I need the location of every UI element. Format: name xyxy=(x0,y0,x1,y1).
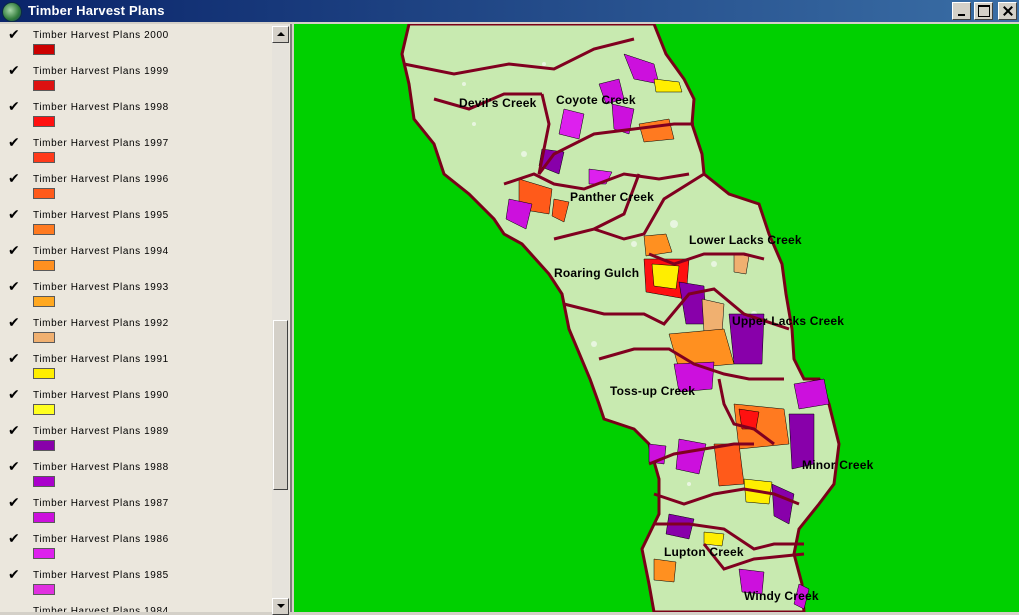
layer-label: Timber Harvest Plans 1984 xyxy=(33,606,169,612)
legend-layer-item[interactable]: ✔ Timber Harvest Plans 2000 xyxy=(0,28,270,64)
layer-label: Timber Harvest Plans 1995 xyxy=(33,210,169,221)
layer-label: Timber Harvest Plans 1996 xyxy=(33,174,169,185)
layer-visibility-checkbox[interactable]: ✔ xyxy=(8,352,22,366)
layer-color-swatch xyxy=(33,584,55,595)
layer-visibility-checkbox[interactable]: ✔ xyxy=(8,136,22,150)
close-button[interactable] xyxy=(998,2,1017,20)
layer-color-swatch xyxy=(33,476,55,487)
watershed-label: Upper Lacks Creek xyxy=(732,314,845,328)
layer-label: Timber Harvest Plans 2000 xyxy=(33,30,169,41)
layer-visibility-checkbox[interactable]: ✔ xyxy=(8,496,22,510)
legend-layer-item[interactable]: ✔ Timber Harvest Plans 1998 xyxy=(0,100,270,136)
scroll-up-button[interactable] xyxy=(272,26,289,43)
layer-color-swatch xyxy=(33,224,55,235)
watershed-label: Toss-up Creek xyxy=(610,384,696,398)
legend-layer-item[interactable]: ✔ Timber Harvest Plans 1985 xyxy=(0,568,270,604)
layer-color-swatch xyxy=(33,152,55,163)
layer-visibility-checkbox[interactable]: ✔ xyxy=(8,100,22,114)
watershed-label: Panther Creek xyxy=(570,190,654,204)
layer-color-swatch xyxy=(33,368,55,379)
layer-color-swatch xyxy=(33,440,55,451)
map-canvas[interactable] xyxy=(294,24,1019,612)
legend-layer-item[interactable]: ✔ Timber Harvest Plans 1991 xyxy=(0,352,270,388)
watershed-label: Windy Creek xyxy=(744,589,819,603)
legend-layer-item[interactable]: ✔ Timber Harvest Plans 1993 xyxy=(0,280,270,316)
legend-layer-item[interactable]: ✔ Timber Harvest Plans 1988 xyxy=(0,460,270,496)
layer-label: Timber Harvest Plans 1998 xyxy=(33,102,169,113)
layer-label: Timber Harvest Plans 1993 xyxy=(33,282,169,293)
layer-color-swatch xyxy=(33,44,55,55)
layer-color-swatch xyxy=(33,404,55,415)
layer-visibility-checkbox[interactable]: ✔ xyxy=(8,532,22,546)
scroll-thumb[interactable] xyxy=(273,320,288,490)
layer-color-swatch xyxy=(33,116,55,127)
layer-color-swatch xyxy=(33,548,55,559)
legend-layer-item[interactable]: ✔ Timber Harvest Plans 1989 xyxy=(0,424,270,460)
layer-label: Timber Harvest Plans 1987 xyxy=(33,498,169,509)
layer-label: Timber Harvest Plans 1989 xyxy=(33,426,169,437)
legend-layer-item[interactable]: ✔ Timber Harvest Plans 1987 xyxy=(0,496,270,532)
legend-scrollbar[interactable] xyxy=(272,24,289,615)
globe-icon[interactable] xyxy=(2,2,22,22)
layer-visibility-checkbox[interactable]: ✔ xyxy=(8,460,22,474)
layer-color-swatch xyxy=(33,296,55,307)
legend-layer-item[interactable]: ✔ Timber Harvest Plans 1997 xyxy=(0,136,270,172)
legend-layer-item[interactable]: Timber Harvest Plans 1984 xyxy=(0,604,270,612)
layer-visibility-checkbox[interactable]: ✔ xyxy=(8,64,22,78)
layer-visibility-checkbox[interactable]: ✔ xyxy=(8,316,22,330)
legend-layer-item[interactable]: ✔ Timber Harvest Plans 1996 xyxy=(0,172,270,208)
legend-layer-item[interactable]: ✔ Timber Harvest Plans 1992 xyxy=(0,316,270,352)
window-title: Timber Harvest Plans xyxy=(28,3,165,18)
legend-layer-item[interactable]: ✔ Timber Harvest Plans 1990 xyxy=(0,388,270,424)
legend-layer-item[interactable]: ✔ Timber Harvest Plans 1994 xyxy=(0,244,270,280)
map-view[interactable]: Devil's Creek Coyote Creek Panther Creek… xyxy=(294,24,1019,612)
layer-color-swatch xyxy=(33,512,55,523)
legend-layer-item[interactable]: ✔ Timber Harvest Plans 1995 xyxy=(0,208,270,244)
layer-label: Timber Harvest Plans 1986 xyxy=(33,534,169,545)
layer-label: Timber Harvest Plans 1988 xyxy=(33,462,169,473)
layer-visibility-checkbox[interactable]: ✔ xyxy=(8,568,22,582)
legend-layer-item[interactable]: ✔ Timber Harvest Plans 1999 xyxy=(0,64,270,100)
layer-visibility-checkbox[interactable] xyxy=(8,604,22,612)
minimize-button[interactable] xyxy=(952,2,971,20)
watershed-label: Lupton Creek xyxy=(664,545,744,559)
layer-color-swatch xyxy=(33,332,55,343)
layer-label: Timber Harvest Plans 1999 xyxy=(33,66,169,77)
layer-color-swatch xyxy=(33,188,55,199)
watershed-label: Lower Lacks Creek xyxy=(689,233,802,247)
layer-label: Timber Harvest Plans 1994 xyxy=(33,246,169,257)
layer-visibility-checkbox[interactable]: ✔ xyxy=(8,172,22,186)
layer-legend: ✔ Timber Harvest Plans 2000 ✔ Timber Harves… xyxy=(0,24,292,612)
maximize-button[interactable] xyxy=(974,2,993,20)
layer-visibility-checkbox[interactable]: ✔ xyxy=(8,424,22,438)
layer-label: Timber Harvest Plans 1997 xyxy=(33,138,169,149)
layer-label: Timber Harvest Plans 1992 xyxy=(33,318,169,329)
watershed-label: Roaring Gulch xyxy=(554,266,640,280)
layer-label: Timber Harvest Plans 1985 xyxy=(33,570,169,581)
layer-visibility-checkbox[interactable]: ✔ xyxy=(8,388,22,402)
scroll-down-button[interactable] xyxy=(272,598,289,615)
layer-visibility-checkbox[interactable]: ✔ xyxy=(8,244,22,258)
watershed-label: Minor Creek xyxy=(802,458,874,472)
layer-label: Timber Harvest Plans 1991 xyxy=(33,354,169,365)
watershed-label: Coyote Creek xyxy=(556,93,636,107)
layer-visibility-checkbox[interactable]: ✔ xyxy=(8,280,22,294)
layer-color-swatch xyxy=(33,80,55,91)
legend-layer-item[interactable]: ✔ Timber Harvest Plans 1986 xyxy=(0,532,270,568)
title-bar: Timber Harvest Plans xyxy=(0,0,1019,22)
watershed-label: Devil's Creek xyxy=(459,96,537,110)
layer-color-swatch xyxy=(33,260,55,271)
layer-visibility-checkbox[interactable]: ✔ xyxy=(8,208,22,222)
layer-visibility-checkbox[interactable]: ✔ xyxy=(8,28,22,42)
layer-label: Timber Harvest Plans 1990 xyxy=(33,390,169,401)
